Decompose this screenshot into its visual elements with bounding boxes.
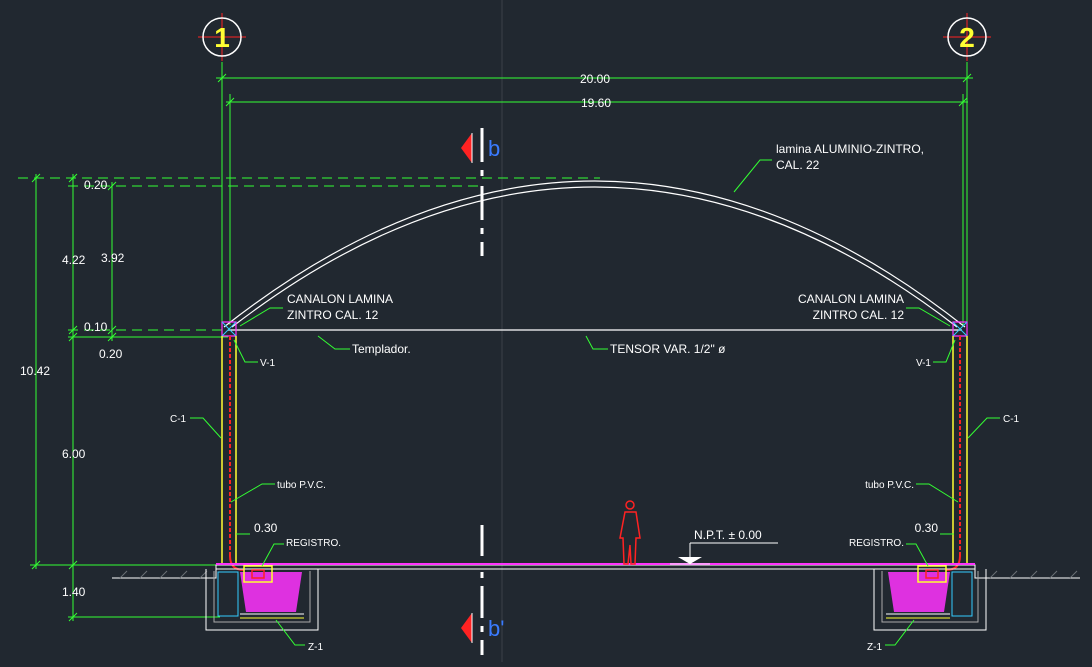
roof-sheet-label-2: CAL. 22 <box>776 158 820 172</box>
dim-canalon-offset-b: 0.20 <box>99 347 123 361</box>
grid-axis-1-label: 1 <box>214 22 230 53</box>
section-drawing: 1 2 20.00 19.60 0.20 4.22 3.92 0.10 0.20… <box>18 0 1080 662</box>
v1-right-label: V-1 <box>916 358 931 369</box>
npt-level-marker: N.P.T. ± 0.00 <box>670 528 778 565</box>
gutter-right-label-1: CANALON LAMINA <box>798 292 904 306</box>
dim-arch-offset: 0.20 <box>84 178 108 192</box>
dim-arch-rise-inner: 3.92 <box>101 251 125 265</box>
dim-canalon-offset-a: 0.10 <box>84 320 108 334</box>
section-label-bottom: b' <box>488 616 504 641</box>
dim-left-column-gap: 0.30 <box>254 521 278 535</box>
c1-right-label: C-1 <box>1003 414 1020 425</box>
dim-right-column-gap: 0.30 <box>915 521 939 535</box>
human-scale-figure <box>619 500 641 565</box>
pvc-left-label: tubo P.V.C. <box>277 480 326 491</box>
annotation-leaders <box>190 159 1000 646</box>
grid-axis-2-label: 2 <box>959 22 975 53</box>
c1-left-label: C-1 <box>170 414 187 425</box>
column-left <box>221 336 245 571</box>
dimension-lines-left <box>18 173 600 622</box>
npt-label: N.P.T. ± 0.00 <box>694 528 762 542</box>
section-label-top: b <box>488 136 500 161</box>
z1-left-label: Z-1 <box>308 642 323 653</box>
v1-left-label: V-1 <box>260 358 275 369</box>
dim-column-height: 6.00 <box>62 447 86 461</box>
templador-label: Templador. <box>352 342 411 356</box>
column-right <box>945 336 968 571</box>
gutter-left-label-1: CANALON LAMINA <box>287 292 393 306</box>
footing-right <box>873 565 987 631</box>
roof-sheet-label-1: lamina ALUMINIO-ZINTRO, <box>776 142 924 156</box>
dim-overall-width: 20.00 <box>580 72 610 86</box>
gutter-left <box>221 321 237 337</box>
tensor-label: TENSOR VAR. 1/2" ø <box>610 342 726 356</box>
dim-inner-width: 19.60 <box>581 96 611 110</box>
dim-total-height: 10.42 <box>20 364 50 378</box>
grid-axis-1: 1 <box>198 13 246 61</box>
z1-right-label: Z-1 <box>867 642 882 653</box>
dim-foundation-depth: 1.40 <box>62 585 86 599</box>
footing-left <box>205 565 319 631</box>
pvc-right-label: tubo P.V.C. <box>865 480 914 491</box>
gutter-right-label-2: ZINTRO CAL. 12 <box>813 308 905 322</box>
registro-left-label: REGISTRO. <box>286 538 341 549</box>
gutter-left-label-2: ZINTRO CAL. 12 <box>287 308 379 322</box>
drawing-canvas: 1 2 20.00 19.60 0.20 4.22 3.92 0.10 0.20… <box>0 0 1092 662</box>
registro-right-label: REGISTRO. <box>849 538 904 549</box>
grid-axis-2: 2 <box>943 13 991 61</box>
dim-arch-rise: 4.22 <box>62 253 86 267</box>
gutter-right <box>952 321 968 337</box>
